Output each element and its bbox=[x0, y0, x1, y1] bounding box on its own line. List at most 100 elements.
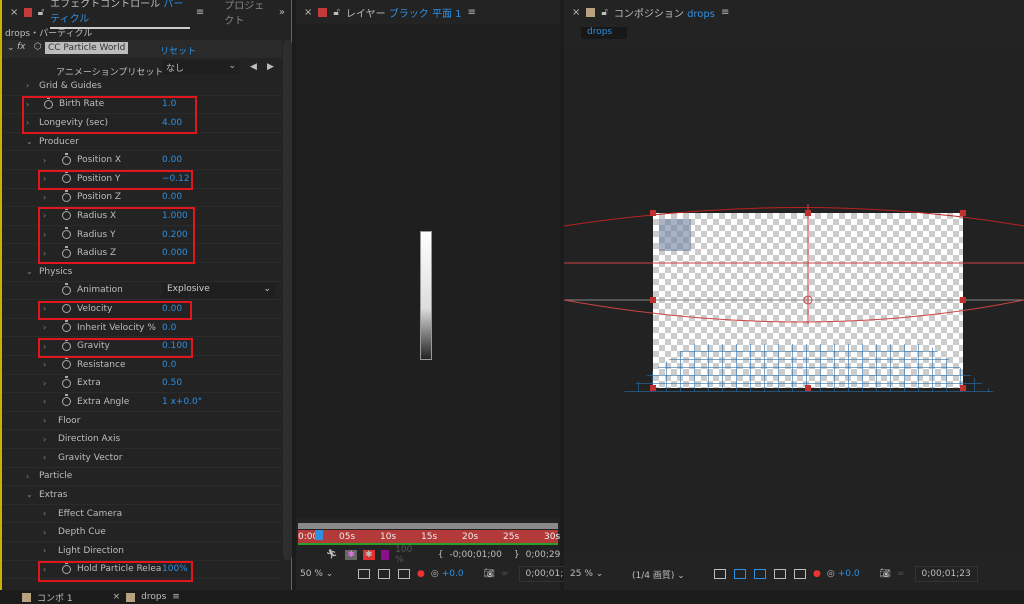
exposure-icon[interactable]: ◎ bbox=[431, 569, 439, 579]
property-row[interactable]: › Direction Axis bbox=[2, 430, 282, 449]
property-row[interactable]: › Inherit Velocity % 0.0 bbox=[2, 319, 282, 338]
stopwatch-icon[interactable] bbox=[62, 282, 71, 295]
chevron-right-icon[interactable]: › bbox=[43, 546, 46, 555]
fast-preview-icon[interactable] bbox=[714, 569, 726, 579]
zoom-dropdown[interactable]: 50 % ⌄ bbox=[300, 569, 354, 579]
snapshot-icon[interactable]: 📷︎ bbox=[880, 569, 891, 579]
chevron-down-icon[interactable]: ⌄ bbox=[26, 267, 33, 276]
stopwatch-icon[interactable] bbox=[62, 375, 71, 388]
chevron-right-icon[interactable]: › bbox=[43, 360, 46, 369]
resolution-dropdown[interactable]: (1/4 画質) ⌄ bbox=[632, 568, 710, 581]
property-row[interactable]: › Floor bbox=[2, 412, 282, 431]
opacity-value[interactable]: 100 % bbox=[395, 545, 416, 565]
time-ruler[interactable]: 0:00s 05s 10s 15s 20s 25s 30s bbox=[298, 530, 560, 545]
chevron-right-icon[interactable]: › bbox=[26, 472, 29, 481]
lock-icon[interactable]: 🔓︎ bbox=[333, 7, 339, 18]
menu-icon[interactable]: ≡ bbox=[721, 7, 729, 18]
transform-handle[interactable] bbox=[650, 385, 656, 391]
animation-dropdown[interactable]: Explosive ⌄ bbox=[162, 282, 275, 298]
channel-icon[interactable]: ● bbox=[417, 569, 425, 579]
property-row[interactable]: Animation Explosive ⌄ bbox=[2, 282, 282, 301]
show-snapshot-icon[interactable]: ∞ bbox=[897, 569, 905, 579]
chevron-right-icon[interactable]: › bbox=[43, 416, 46, 425]
in-point-icon[interactable]: { bbox=[438, 550, 444, 560]
onion-icon[interactable]: ✱ bbox=[345, 550, 357, 560]
exposure-value[interactable]: +0.0 bbox=[442, 569, 464, 579]
overflow-icon[interactable]: » bbox=[279, 7, 285, 18]
mask-path-icon[interactable] bbox=[754, 569, 766, 579]
effect-name[interactable]: CC Particle World bbox=[45, 42, 129, 54]
color-swatch[interactable] bbox=[380, 550, 390, 560]
transform-handle[interactable] bbox=[960, 297, 966, 303]
reset-link[interactable]: リセット bbox=[160, 44, 196, 57]
chevron-down-icon[interactable]: ⌄ bbox=[26, 490, 33, 499]
transform-handle[interactable] bbox=[960, 210, 966, 216]
stopwatch-icon[interactable] bbox=[62, 320, 71, 333]
transform-handle[interactable] bbox=[805, 210, 811, 216]
lock-icon[interactable]: 🔓︎ bbox=[601, 7, 607, 18]
chevron-right-icon[interactable]: › bbox=[43, 379, 46, 388]
chevron-down-icon[interactable]: ⌄ bbox=[26, 137, 33, 146]
property-value[interactable]: 0.0 bbox=[162, 323, 176, 333]
layer-viewer[interactable] bbox=[296, 24, 560, 519]
property-value[interactable]: 0.50 bbox=[162, 378, 182, 388]
property-row[interactable]: › Gravity Vector bbox=[2, 449, 282, 468]
stopwatch-icon[interactable] bbox=[62, 189, 71, 202]
transparency-grid-icon[interactable] bbox=[734, 569, 746, 579]
out-point[interactable]: 0;00;29 bbox=[526, 550, 561, 560]
stopwatch-icon[interactable] bbox=[62, 357, 71, 370]
property-value[interactable]: 0.0 bbox=[162, 360, 176, 370]
scrollbar[interactable] bbox=[283, 40, 292, 560]
comp-subtab[interactable]: drops bbox=[581, 27, 627, 39]
property-row[interactable]: › Extra 0.50 bbox=[2, 375, 282, 394]
channel-icon[interactable]: ● bbox=[813, 569, 821, 579]
comp-viewer[interactable] bbox=[564, 44, 1024, 557]
lock-icon[interactable]: 🔓︎ bbox=[38, 7, 44, 18]
grid-guides-icon[interactable] bbox=[794, 569, 806, 579]
stopwatch-icon[interactable] bbox=[62, 152, 71, 165]
property-row[interactable]: ⌄ Physics bbox=[2, 263, 282, 282]
zoom-dropdown[interactable]: 25 % ⌄ bbox=[570, 569, 624, 579]
menu-icon[interactable]: ≡ bbox=[196, 7, 204, 18]
show-snapshot-icon[interactable]: ∞ bbox=[501, 569, 509, 579]
property-row[interactable]: › Grid & Guides bbox=[2, 77, 282, 96]
transform-handle[interactable] bbox=[805, 385, 811, 391]
snapshot-icon[interactable]: 📷︎ bbox=[484, 569, 495, 579]
in-point[interactable]: -0;00;01;00 bbox=[449, 550, 501, 560]
out-point-icon[interactable]: } bbox=[514, 550, 520, 560]
close-icon[interactable]: × bbox=[10, 7, 18, 18]
property-row[interactable]: › Depth Cue bbox=[2, 523, 282, 542]
close-icon[interactable]: × bbox=[304, 7, 312, 18]
preset-dropdown[interactable]: なし ⌄ bbox=[162, 60, 240, 75]
puppet-icon[interactable]: 🏃︎ bbox=[326, 550, 337, 560]
region-icon[interactable] bbox=[774, 569, 786, 579]
close-icon[interactable]: × bbox=[572, 7, 580, 18]
property-value[interactable]: 0.00 bbox=[162, 192, 182, 202]
close-icon[interactable]: × bbox=[113, 592, 121, 602]
motion-icon[interactable]: ✱ bbox=[362, 550, 375, 560]
chevron-right-icon[interactable]: › bbox=[43, 156, 46, 165]
tab-composition[interactable]: コンポジション drops bbox=[614, 5, 715, 20]
tab-project[interactable]: プロジェクト bbox=[224, 0, 273, 27]
collapse-icon[interactable]: ⌄ bbox=[7, 43, 15, 53]
property-row[interactable]: › Extra Angle 1 x+0.0° bbox=[2, 393, 282, 412]
exposure-icon[interactable]: ◎ bbox=[827, 569, 835, 579]
next-preset-icon[interactable]: ▶ bbox=[267, 62, 274, 72]
transparency-grid-icon[interactable] bbox=[358, 569, 370, 579]
property-row[interactable]: › Resistance 0.0 bbox=[2, 356, 282, 375]
tab-effect-controls[interactable]: エフェクトコントロール パーティクル bbox=[50, 0, 190, 29]
transform-handle[interactable] bbox=[650, 210, 656, 216]
fx-icon[interactable]: fx bbox=[17, 42, 26, 52]
property-row[interactable]: › Position X 0.00 bbox=[2, 151, 282, 170]
chevron-right-icon[interactable]: › bbox=[43, 453, 46, 462]
time-navigator[interactable] bbox=[298, 523, 558, 529]
chevron-right-icon[interactable]: › bbox=[43, 435, 46, 444]
property-value[interactable]: 1 x+0.0° bbox=[162, 397, 202, 407]
chevron-right-icon[interactable]: › bbox=[43, 528, 46, 537]
chevron-right-icon[interactable]: › bbox=[43, 509, 46, 518]
chevron-right-icon[interactable]: › bbox=[43, 323, 46, 332]
exposure-value[interactable]: +0.0 bbox=[838, 569, 860, 579]
property-row[interactable]: › Particle bbox=[2, 468, 282, 487]
safe-margins-icon[interactable] bbox=[398, 569, 410, 579]
mask-icon[interactable] bbox=[378, 569, 390, 579]
